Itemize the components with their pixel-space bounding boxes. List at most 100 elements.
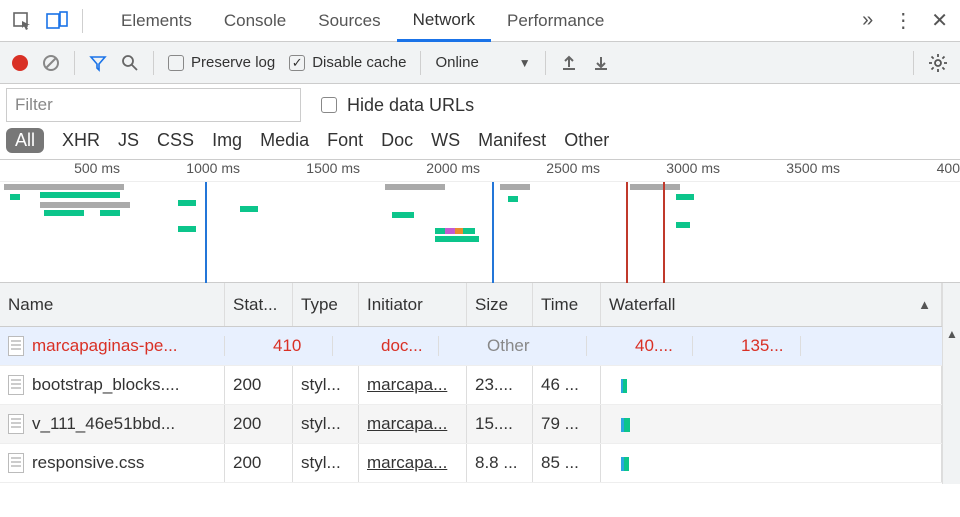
tick: 3000 ms [666, 160, 720, 176]
settings-icon[interactable] [928, 53, 948, 73]
table-row[interactable]: bootstrap_blocks.... 200styl...marcapa...… [0, 366, 942, 405]
request-name: v_111_46e51bbd... [32, 414, 175, 434]
hide-data-urls-label: Hide data URLs [347, 95, 474, 116]
cell-status: 200 [225, 444, 293, 482]
divider [913, 51, 914, 75]
tick: 3500 ms [786, 160, 840, 176]
cell-type: styl... [293, 366, 359, 404]
file-icon [8, 453, 24, 473]
file-icon [8, 414, 24, 434]
divider [153, 51, 154, 75]
devtools-tabs: ElementsConsoleSourcesNetworkPerformance [105, 0, 862, 41]
cell-waterfall [601, 366, 942, 404]
table-header: Name Stat... Type Initiator Size Time Wa… [0, 283, 942, 327]
record-button[interactable] [12, 55, 28, 71]
cell-type: styl... [293, 405, 359, 443]
divider [82, 9, 83, 33]
tab-sources[interactable]: Sources [302, 0, 396, 41]
filter-font[interactable]: Font [327, 130, 363, 151]
cell-size: 23.... [467, 366, 533, 404]
col-type[interactable]: Type [293, 283, 359, 326]
hide-data-urls-checkbox[interactable]: Hide data URLs [321, 95, 474, 116]
chevron-down-icon: ▼ [519, 56, 531, 70]
cell-size: 15.... [467, 405, 533, 443]
timeline-overview[interactable]: 500 ms 1000 ms 1500 ms 2000 ms 2500 ms 3000 m… [0, 159, 960, 283]
filter-js[interactable]: JS [118, 130, 139, 151]
inspect-icon[interactable] [12, 11, 32, 31]
filter-manifest[interactable]: Manifest [478, 130, 546, 151]
filter-icon[interactable] [89, 54, 107, 72]
cell-waterfall [601, 405, 942, 443]
col-waterfall[interactable]: Waterfall▲ [601, 283, 942, 326]
file-icon [8, 336, 24, 356]
cell-time: 85 ... [533, 444, 601, 482]
cell-initiator[interactable]: marcapa... [359, 444, 467, 482]
filter-all[interactable]: All [6, 128, 44, 153]
close-icon[interactable]: ✕ [931, 8, 948, 33]
cell-initiator[interactable]: marcapa... [359, 366, 467, 404]
upload-icon[interactable] [560, 54, 578, 72]
request-name: responsive.css [32, 453, 144, 473]
throttling-select[interactable]: Online ▼ [435, 54, 530, 71]
cell-initiator[interactable]: marcapa... [359, 405, 467, 443]
throttling-value: Online [435, 54, 478, 71]
cell-type: doc... [373, 336, 439, 356]
filter-img[interactable]: Img [212, 130, 242, 151]
type-filter-bar: All XHR JS CSS Img Media Font Doc WS Manifest Othe… [0, 126, 960, 159]
filter-ws[interactable]: WS [431, 130, 460, 151]
sort-icon: ▲ [918, 297, 931, 312]
filter-input[interactable] [6, 88, 301, 122]
cell-waterfall [601, 444, 942, 482]
tab-network[interactable]: Network [397, 0, 491, 42]
col-size[interactable]: Size [467, 283, 533, 326]
col-name[interactable]: Name [0, 283, 225, 326]
tab-elements[interactable]: Elements [105, 0, 208, 41]
table-row[interactable]: v_111_46e51bbd... 200styl...marcapa...15.… [0, 405, 942, 444]
scroll-up-icon[interactable]: ▲ [946, 327, 958, 341]
kebab-icon[interactable]: ⋮ [893, 8, 911, 33]
tick: 500 ms [74, 160, 120, 176]
disable-cache-label: Disable cache [312, 54, 406, 71]
preserve-log-checkbox[interactable]: Preserve log [168, 54, 275, 71]
clear-icon[interactable] [42, 54, 60, 72]
cell-status: 200 [225, 366, 293, 404]
device-icon[interactable] [46, 11, 68, 31]
divider [74, 51, 75, 75]
cell-time: 79 ... [533, 405, 601, 443]
tick: 1000 ms [186, 160, 240, 176]
overflow-icon[interactable]: » [862, 9, 873, 32]
request-name: marcapaginas-pe... [32, 336, 178, 356]
divider [545, 51, 546, 75]
filter-css[interactable]: CSS [157, 130, 194, 151]
table-row[interactable]: marcapaginas-pe...410doc...Other40....13… [0, 327, 942, 366]
filter-doc[interactable]: Doc [381, 130, 413, 151]
divider [420, 51, 421, 75]
download-icon[interactable] [592, 54, 610, 72]
cell-type: styl... [293, 444, 359, 482]
col-initiator[interactable]: Initiator [359, 283, 467, 326]
cell-time: 46 ... [533, 366, 601, 404]
col-status[interactable]: Stat... [225, 283, 293, 326]
table-row[interactable]: responsive.css 200styl...marcapa...8.8 ..… [0, 444, 942, 483]
cell-size: 8.8 ... [467, 444, 533, 482]
filter-xhr[interactable]: XHR [62, 130, 100, 151]
tick: 2500 ms [546, 160, 600, 176]
tick: 400 [937, 160, 960, 176]
tick: 2000 ms [426, 160, 480, 176]
cell-size: 40.... [627, 336, 693, 356]
tab-performance[interactable]: Performance [491, 0, 620, 41]
tick: 1500 ms [306, 160, 360, 176]
filter-media[interactable]: Media [260, 130, 309, 151]
cell-time: 135... [733, 336, 801, 356]
preserve-log-label: Preserve log [191, 54, 275, 71]
scrollbar[interactable]: ▲ [942, 283, 960, 484]
cell-status: 200 [225, 405, 293, 443]
disable-cache-checkbox[interactable]: Disable cache [289, 54, 406, 71]
filter-other[interactable]: Other [564, 130, 609, 151]
request-name: bootstrap_blocks.... [32, 375, 179, 395]
tab-console[interactable]: Console [208, 0, 302, 41]
search-icon[interactable] [121, 54, 139, 72]
col-time[interactable]: Time [533, 283, 601, 326]
cell-initiator[interactable]: Other [479, 336, 587, 356]
file-icon [8, 375, 24, 395]
